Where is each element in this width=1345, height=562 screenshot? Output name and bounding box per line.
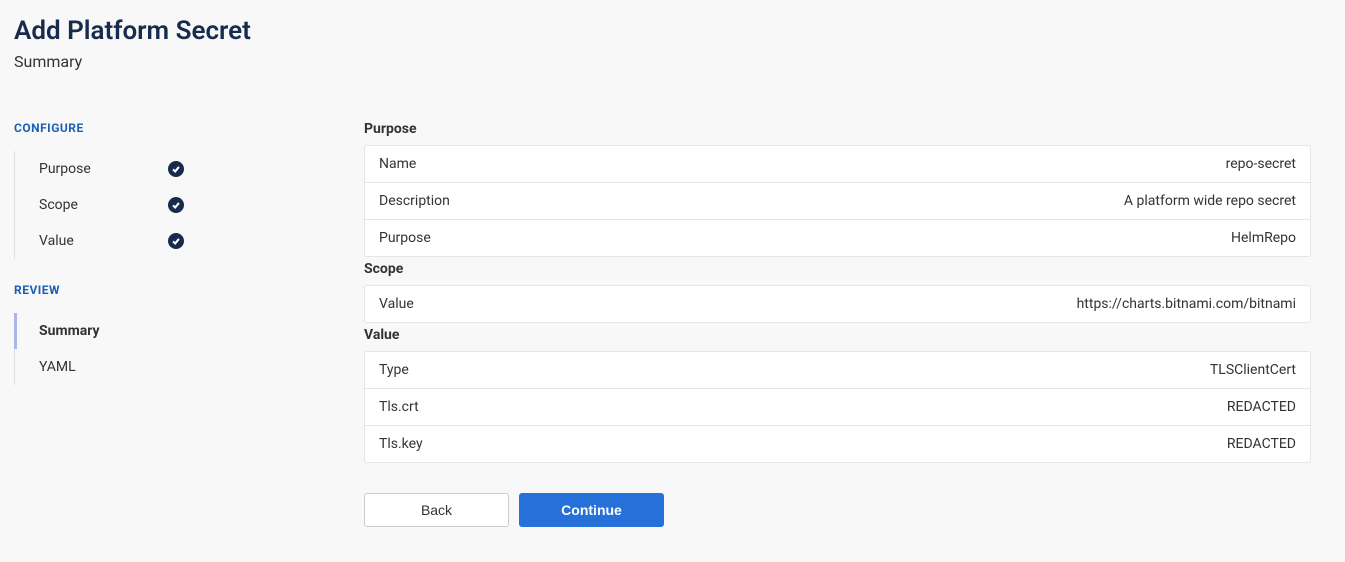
check-circle-icon [168,197,184,213]
sidebar-configure-list: Purpose Scope Value [14,151,324,259]
check-circle-icon [168,233,184,249]
table-value: TLSClientCert [1210,362,1296,378]
sidebar-item-label: YAML [39,359,76,375]
sidebar: CONFIGURE Purpose Scope Value [14,121,324,527]
table-row: Name repo-secret [365,146,1310,183]
table-row: Tls.key REDACTED [365,426,1310,462]
table-key: Tls.key [379,436,423,452]
table-row: Type TLSClientCert [365,352,1310,389]
value-section: Value Type TLSClientCert Tls.crt REDACTE… [364,327,1311,463]
sidebar-section-review: REVIEW [14,283,324,297]
purpose-table: Name repo-secret Description A platform … [364,145,1311,257]
table-key: Tls.crt [379,399,419,415]
sidebar-item-summary[interactable]: Summary [14,313,324,349]
scope-table: Value https://charts.bitnami.com/bitnami [364,285,1311,323]
table-value: repo-secret [1226,156,1296,172]
table-value: https://charts.bitnami.com/bitnami [1077,296,1296,312]
page-subtitle: Summary [14,52,1331,71]
value-table: Type TLSClientCert Tls.crt REDACTED Tls.… [364,351,1311,463]
sidebar-item-value[interactable]: Value [14,223,324,259]
sidebar-item-purpose[interactable]: Purpose [14,151,324,187]
sidebar-item-label: Value [39,233,74,249]
table-key: Purpose [379,230,431,246]
table-value: A platform wide repo secret [1124,193,1296,209]
table-key: Value [379,296,414,312]
check-circle-icon [168,161,184,177]
table-row: Purpose HelmRepo [365,220,1310,256]
table-key: Name [379,156,416,172]
page-title: Add Platform Secret [14,16,1331,46]
table-value: REDACTED [1227,436,1296,452]
section-title-scope: Scope [364,261,1311,277]
section-title-value: Value [364,327,1311,343]
scope-section: Scope Value https://charts.bitnami.com/b… [364,261,1311,323]
main-content: Purpose Name repo-secret Description A p… [364,121,1331,527]
sidebar-section-configure: CONFIGURE [14,121,324,135]
back-button[interactable]: Back [364,493,509,527]
purpose-section: Purpose Name repo-secret Description A p… [364,121,1311,257]
sidebar-item-label: Purpose [39,161,91,177]
section-title-purpose: Purpose [364,121,1311,137]
table-value: HelmRepo [1231,230,1296,246]
table-row: Description A platform wide repo secret [365,183,1310,220]
sidebar-item-scope[interactable]: Scope [14,187,324,223]
table-row: Value https://charts.bitnami.com/bitnami [365,286,1310,322]
table-value: REDACTED [1227,399,1296,415]
continue-button[interactable]: Continue [519,493,664,527]
sidebar-review-list: Summary YAML [14,313,324,385]
table-row: Tls.crt REDACTED [365,389,1310,426]
table-key: Description [379,193,450,209]
table-key: Type [379,362,409,378]
sidebar-item-label: Scope [39,197,78,213]
button-row: Back Continue [364,493,1311,527]
sidebar-item-label: Summary [39,323,100,339]
sidebar-item-yaml[interactable]: YAML [14,349,324,385]
